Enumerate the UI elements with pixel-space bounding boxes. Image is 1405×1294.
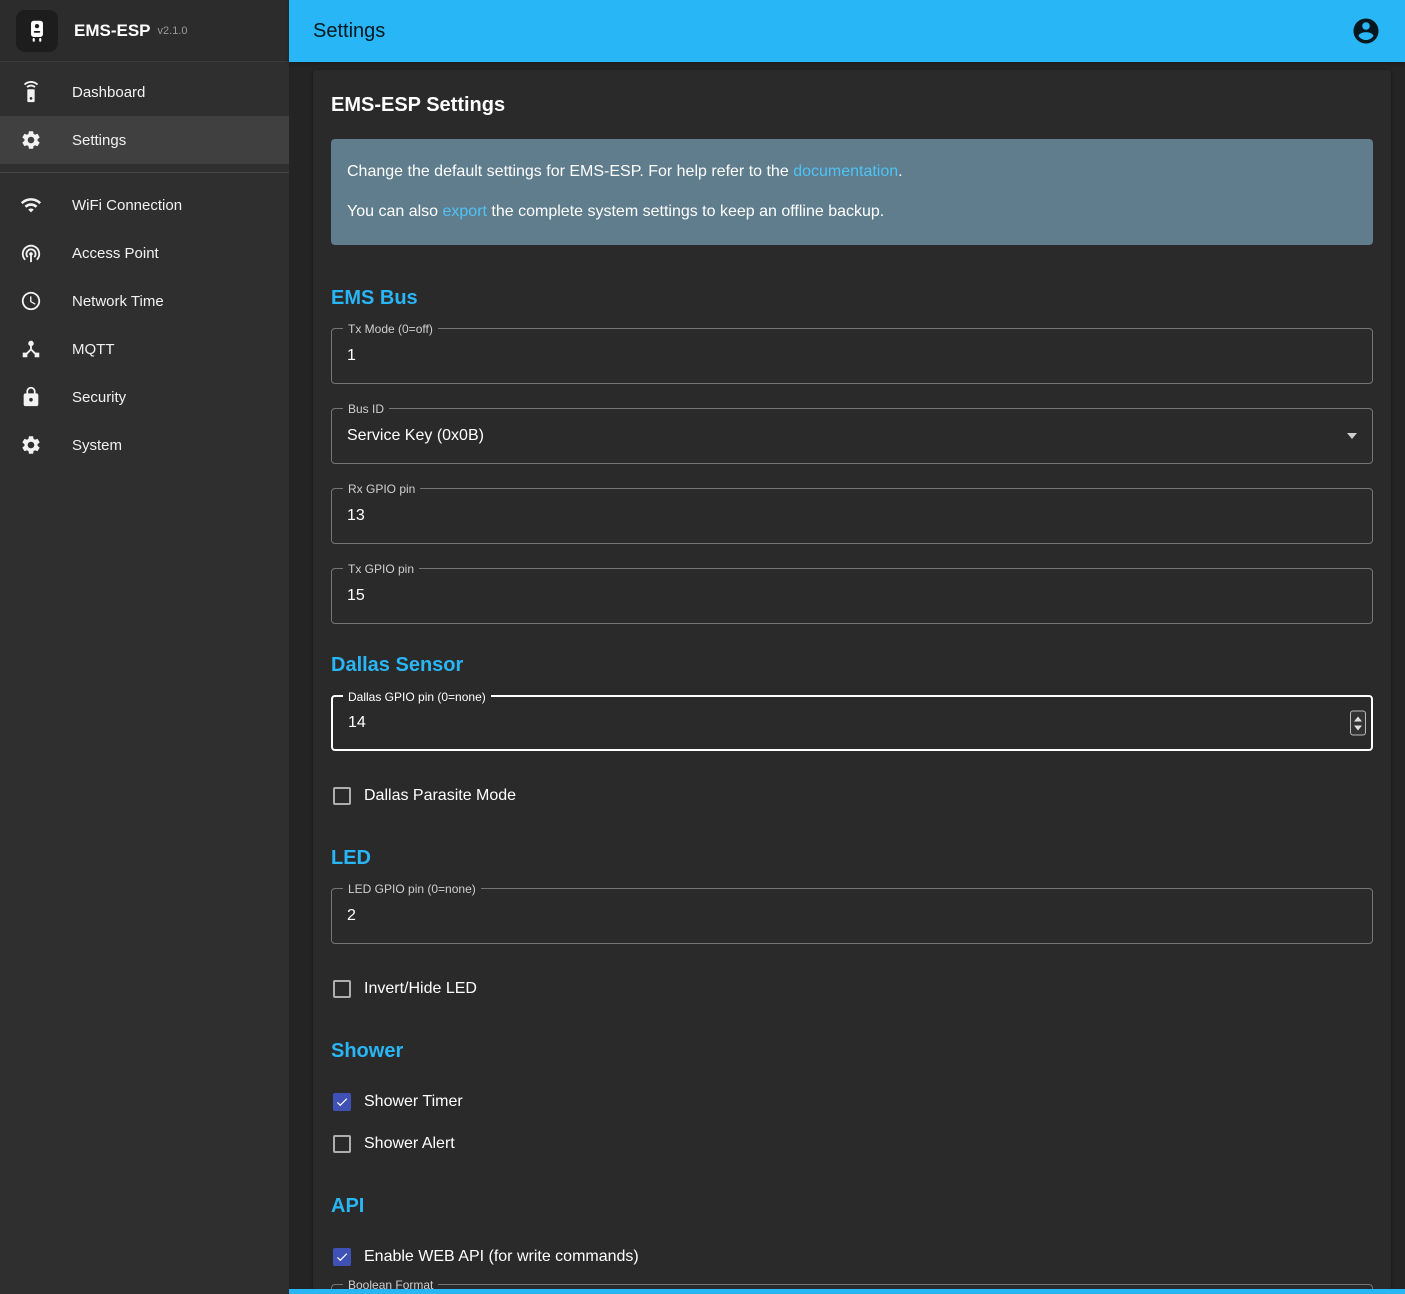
- bus-id-value: Service Key (0x0B): [332, 409, 1372, 463]
- info-line-1: Change the default settings for EMS-ESP.…: [347, 160, 1357, 184]
- sidebar-item-settings[interactable]: Settings: [0, 116, 289, 164]
- sidebar-item-network-time[interactable]: Network Time: [0, 277, 289, 325]
- spinner-down-icon[interactable]: [1354, 725, 1362, 730]
- sidebar-item-label: Network Time: [72, 293, 164, 310]
- enable-web-api-checkbox[interactable]: Enable WEB API (for write commands): [331, 1236, 1373, 1278]
- info-panel: Change the default settings for EMS-ESP.…: [331, 139, 1373, 245]
- sidebar-item-label: Dashboard: [72, 84, 145, 101]
- tx-gpio-label: Tx GPIO pin: [343, 562, 419, 576]
- clock-icon: [20, 290, 42, 312]
- brand-version: v2.1.0: [158, 25, 188, 37]
- led-gpio-label: LED GPIO pin (0=none): [343, 882, 481, 896]
- checkbox-label: Invert/Hide LED: [364, 980, 477, 998]
- gear-icon: [20, 434, 42, 456]
- sidebar: EMS-ESP v2.1.0 Dashboard Settings: [0, 0, 289, 1294]
- device-hub-icon: [20, 338, 42, 360]
- lock-icon: [20, 386, 42, 408]
- brand-name: EMS-ESP: [74, 21, 151, 41]
- sidebar-item-security[interactable]: Security: [0, 373, 289, 421]
- bus-id-select[interactable]: Bus ID Service Key (0x0B): [331, 408, 1373, 464]
- sidebar-item-label: Security: [72, 389, 126, 406]
- sidebar-item-mqtt[interactable]: MQTT: [0, 325, 289, 373]
- checkbox-label: Shower Alert: [364, 1135, 455, 1153]
- main-area: Settings EMS-ESP Settings Change the def…: [289, 0, 1405, 1294]
- info-text: the complete system settings to keep an …: [491, 203, 884, 220]
- sidebar-item-label: Settings: [72, 132, 126, 149]
- sidebar-item-label: Access Point: [72, 245, 159, 262]
- info-text: You can also: [347, 203, 438, 220]
- wifi-tethering-icon: [20, 242, 42, 264]
- sidebar-nav: Dashboard Settings WiFi Connection A: [0, 62, 289, 475]
- sidebar-item-access-point[interactable]: Access Point: [0, 229, 289, 277]
- dallas-gpio-input[interactable]: [333, 697, 1371, 749]
- checkbox-label: Enable WEB API (for write commands): [364, 1248, 639, 1266]
- checkbox-label: Dallas Parasite Mode: [364, 787, 516, 805]
- settings-remote-icon: [20, 81, 42, 103]
- section-title-api: API: [331, 1195, 1373, 1218]
- tx-mode-input[interactable]: [332, 329, 1372, 383]
- sidebar-item-dashboard[interactable]: Dashboard: [0, 68, 289, 116]
- led-gpio-input[interactable]: [332, 889, 1372, 943]
- sidebar-item-label: System: [72, 437, 122, 454]
- info-text: Change the default settings for EMS-ESP.…: [347, 163, 789, 180]
- section-title-ems-bus: EMS Bus: [331, 287, 1373, 310]
- number-spinner[interactable]: [1350, 711, 1366, 736]
- settings-heading: EMS-ESP Settings: [331, 94, 1373, 117]
- brand: EMS-ESP v2.1.0: [0, 0, 289, 62]
- chevron-down-icon: [1347, 433, 1357, 439]
- sidebar-item-label: WiFi Connection: [72, 197, 182, 214]
- export-link[interactable]: export: [443, 203, 487, 220]
- dallas-gpio-field: Dallas GPIO pin (0=none): [331, 695, 1373, 751]
- ems-esp-logo-icon: [16, 10, 58, 52]
- dallas-gpio-label: Dallas GPIO pin (0=none): [343, 690, 491, 704]
- content: EMS-ESP Settings Change the default sett…: [289, 62, 1405, 1294]
- checkbox-icon: [333, 1093, 351, 1111]
- page-title: Settings: [313, 20, 385, 43]
- checkbox-icon: [333, 980, 351, 998]
- shower-alert-checkbox[interactable]: Shower Alert: [331, 1123, 1373, 1165]
- tx-mode-field: Tx Mode (0=off): [331, 328, 1373, 384]
- wifi-icon: [20, 194, 42, 216]
- checkbox-icon: [333, 1248, 351, 1266]
- documentation-link[interactable]: documentation: [793, 163, 898, 180]
- gear-icon: [20, 129, 42, 151]
- info-text: .: [898, 163, 902, 180]
- appbar: Settings: [289, 0, 1405, 62]
- sidebar-item-wifi-connection[interactable]: WiFi Connection: [0, 181, 289, 229]
- invert-led-checkbox[interactable]: Invert/Hide LED: [331, 968, 1373, 1010]
- account-circle-icon[interactable]: [1351, 16, 1381, 46]
- sidebar-item-system[interactable]: System: [0, 421, 289, 469]
- sidebar-item-label: MQTT: [72, 341, 115, 358]
- checkbox-label: Shower Timer: [364, 1093, 463, 1111]
- section-title-led: LED: [331, 847, 1373, 870]
- led-gpio-field: LED GPIO pin (0=none): [331, 888, 1373, 944]
- section-title-shower: Shower: [331, 1040, 1373, 1063]
- rx-gpio-label: Rx GPIO pin: [343, 482, 420, 496]
- sidebar-divider: [0, 172, 289, 173]
- shower-timer-checkbox[interactable]: Shower Timer: [331, 1081, 1373, 1123]
- dallas-parasite-checkbox[interactable]: Dallas Parasite Mode: [331, 775, 1373, 817]
- tx-mode-label: Tx Mode (0=off): [343, 322, 438, 336]
- bottom-accent-bar: [289, 1289, 1405, 1294]
- rx-gpio-input[interactable]: [332, 489, 1372, 543]
- bus-id-label: Bus ID: [343, 402, 389, 416]
- rx-gpio-field: Rx GPIO pin: [331, 488, 1373, 544]
- tx-gpio-field: Tx GPIO pin: [331, 568, 1373, 624]
- checkbox-icon: [333, 787, 351, 805]
- info-line-2: You can also export the complete system …: [347, 200, 1357, 224]
- app-root: EMS-ESP v2.1.0 Dashboard Settings: [0, 0, 1405, 1294]
- spinner-up-icon[interactable]: [1354, 716, 1362, 721]
- checkbox-icon: [333, 1135, 351, 1153]
- tx-gpio-input[interactable]: [332, 569, 1372, 623]
- section-title-dallas: Dallas Sensor: [331, 654, 1373, 677]
- settings-card: EMS-ESP Settings Change the default sett…: [313, 70, 1391, 1294]
